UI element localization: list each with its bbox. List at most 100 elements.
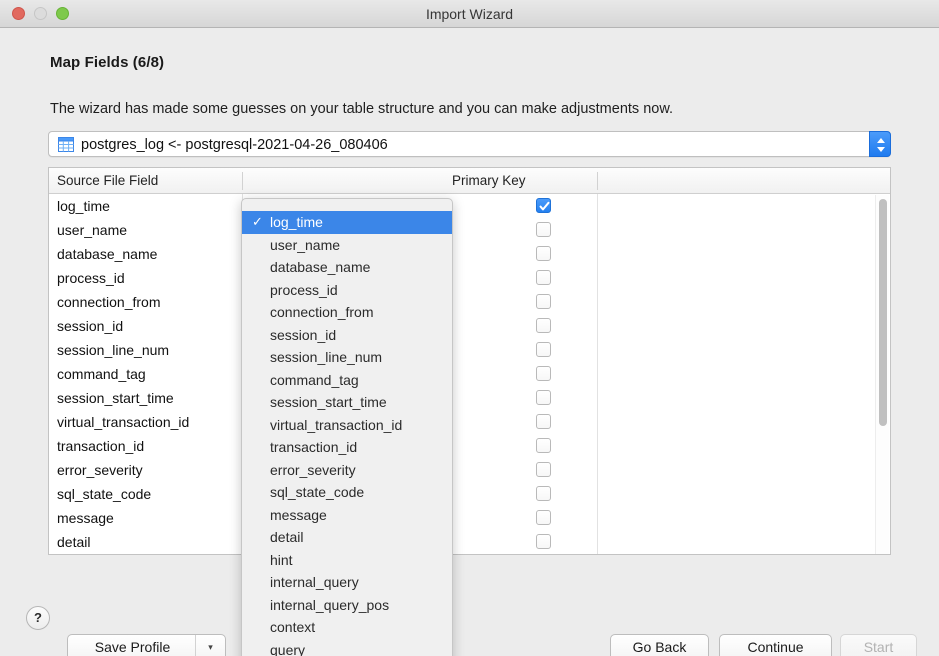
source-field-label: transaction_id	[57, 438, 145, 454]
column-divider-1[interactable]	[242, 172, 243, 190]
dropdown-option-label: transaction_id	[270, 439, 358, 455]
table-row[interactable]: process_id	[49, 266, 890, 290]
source-field-label: command_tag	[57, 366, 146, 382]
scrollbar-thumb[interactable]	[879, 199, 887, 426]
dropdown-option[interactable]: session_start_time	[242, 391, 452, 414]
dropdown-option-label: database_name	[270, 259, 371, 275]
source-field-label: session_line_num	[57, 342, 170, 358]
table-row[interactable]: user_name	[49, 218, 890, 242]
source-field-label: user_name	[57, 222, 128, 238]
dropdown-option-label: hint	[270, 551, 293, 568]
dropdown-option[interactable]: user_name	[242, 234, 452, 257]
dropdown-option[interactable]: command_tag	[242, 369, 452, 392]
dropdown-option[interactable]: database_name	[242, 256, 452, 279]
dropdown-option[interactable]: process_id	[242, 279, 452, 302]
continue-button[interactable]: Continue	[719, 634, 832, 656]
table-row[interactable]: command_tag	[49, 362, 890, 386]
table-row[interactable]: session_start_time	[49, 386, 890, 410]
dropdown-option[interactable]: connection_from	[242, 301, 452, 324]
source-field-label: database_name	[57, 246, 158, 262]
table-row[interactable]: log_time	[49, 194, 890, 218]
source-field-label: sql_state_code	[57, 486, 152, 502]
dropdown-option[interactable]: ✓ log_time	[242, 211, 452, 234]
dropdown-option-label: sql_state_code	[270, 484, 365, 500]
go-back-button[interactable]: Go Back	[610, 634, 709, 656]
column-header-primary-key[interactable]: Primary Key	[452, 168, 526, 194]
table-row[interactable]: session_line_num	[49, 338, 890, 362]
checkmark-icon: ✓	[252, 214, 263, 229]
dropdown-option[interactable]: query	[242, 639, 452, 656]
primary-key-checkbox[interactable]	[536, 510, 551, 525]
dropdown-option-label: query	[270, 641, 306, 656]
table-row[interactable]: database_name	[49, 242, 890, 266]
source-field-label: session_id	[57, 318, 124, 334]
source-field-label: error_severity	[57, 462, 143, 478]
stepper-chevrons-icon[interactable]	[869, 131, 891, 157]
primary-key-checkbox[interactable]	[536, 270, 551, 285]
primary-key-checkbox[interactable]	[536, 294, 551, 309]
table-row[interactable]: error_severity	[49, 458, 890, 482]
primary-key-checkbox[interactable]	[536, 198, 551, 213]
table-row[interactable]: session_id	[49, 314, 890, 338]
table-row[interactable]: transaction_id	[49, 434, 890, 458]
primary-key-checkbox[interactable]	[536, 366, 551, 381]
primary-key-checkbox[interactable]	[536, 246, 551, 261]
save-profile-button[interactable]: Save Profile ▾	[67, 634, 226, 656]
page-title: Map Fields (6/8)	[50, 54, 165, 71]
start-button: Start	[840, 634, 917, 656]
dropdown-option-label: user_name	[270, 236, 341, 253]
primary-key-checkbox[interactable]	[536, 438, 551, 453]
primary-key-checkbox[interactable]	[536, 486, 551, 501]
dropdown-option-label: command_tag	[270, 371, 359, 388]
dropdown-option[interactable]: message	[242, 504, 452, 527]
dropdown-option[interactable]: context	[242, 616, 452, 639]
dropdown-option-label: session_line_num	[270, 349, 383, 365]
save-profile-label: Save Profile	[94, 639, 171, 655]
dropdown-option[interactable]: sql_state_code	[242, 481, 452, 504]
dropdown-option-label: internal_query	[270, 574, 359, 590]
table-row[interactable]: virtual_transaction_id	[49, 410, 890, 434]
chevron-down-icon[interactable]: ▾	[195, 635, 225, 656]
dropdown-option-label: internal_query_pos	[270, 596, 390, 613]
source-field-label: connection_from	[57, 294, 161, 310]
source-field-label: session_start_time	[57, 390, 174, 406]
dropdown-option-label: virtual_transaction_id	[270, 416, 403, 433]
primary-key-checkbox[interactable]	[536, 342, 551, 357]
page-description: The wizard has made some guesses on your…	[50, 101, 674, 117]
dropdown-option[interactable]: session_id	[242, 324, 452, 347]
source-field-label: virtual_transaction_id	[57, 414, 190, 430]
help-button[interactable]: ?	[26, 606, 50, 630]
dropdown-option[interactable]: transaction_id	[242, 436, 452, 459]
table-row[interactable]: connection_from	[49, 290, 890, 314]
primary-key-checkbox[interactable]	[536, 390, 551, 405]
primary-key-checkbox[interactable]	[536, 222, 551, 237]
primary-key-checkbox[interactable]	[536, 318, 551, 333]
import-wizard-window: Import Wizard Map Fields (6/8) The wizar…	[0, 0, 939, 656]
target-table-combobox[interactable]: postgres_log <- postgresql-2021-04-26_08…	[48, 131, 891, 157]
dropdown-option-label: error_severity	[270, 461, 356, 478]
dropdown-option[interactable]: error_severity	[242, 459, 452, 482]
primary-key-checkbox[interactable]	[536, 462, 551, 477]
dropdown-option[interactable]: detail	[242, 526, 452, 549]
dropdown-option[interactable]: internal_query	[242, 571, 452, 594]
source-field-label: process_id	[57, 270, 125, 286]
table-row[interactable]: message	[49, 506, 890, 530]
dropdown-option[interactable]: hint	[242, 549, 452, 572]
dropdown-option-label: session_start_time	[270, 394, 387, 410]
dropdown-option[interactable]: virtual_transaction_id	[242, 414, 452, 437]
table-row[interactable]: sql_state_code	[49, 482, 890, 506]
source-field-label: message	[57, 510, 114, 526]
column-header-source-file-field[interactable]: Source File Field	[57, 168, 158, 194]
dropdown-option-label: session_id	[270, 326, 337, 343]
table-header-row: Source File Field Primary Key	[49, 168, 890, 194]
dropdown-option[interactable]: internal_query_pos	[242, 594, 452, 617]
primary-key-checkbox[interactable]	[536, 534, 551, 549]
target-table-value: postgres_log <- postgresql-2021-04-26_08…	[81, 137, 388, 153]
dropdown-option[interactable]: session_line_num	[242, 346, 452, 369]
primary-key-checkbox[interactable]	[536, 414, 551, 429]
dropdown-option-label: detail	[270, 529, 304, 545]
target-field-dropdown-popup[interactable]: ✓ log_time user_name database_name proce…	[241, 198, 453, 656]
table-row[interactable]: detail	[49, 530, 890, 554]
column-divider-2[interactable]	[597, 172, 598, 190]
vertical-scrollbar[interactable]	[875, 195, 889, 554]
